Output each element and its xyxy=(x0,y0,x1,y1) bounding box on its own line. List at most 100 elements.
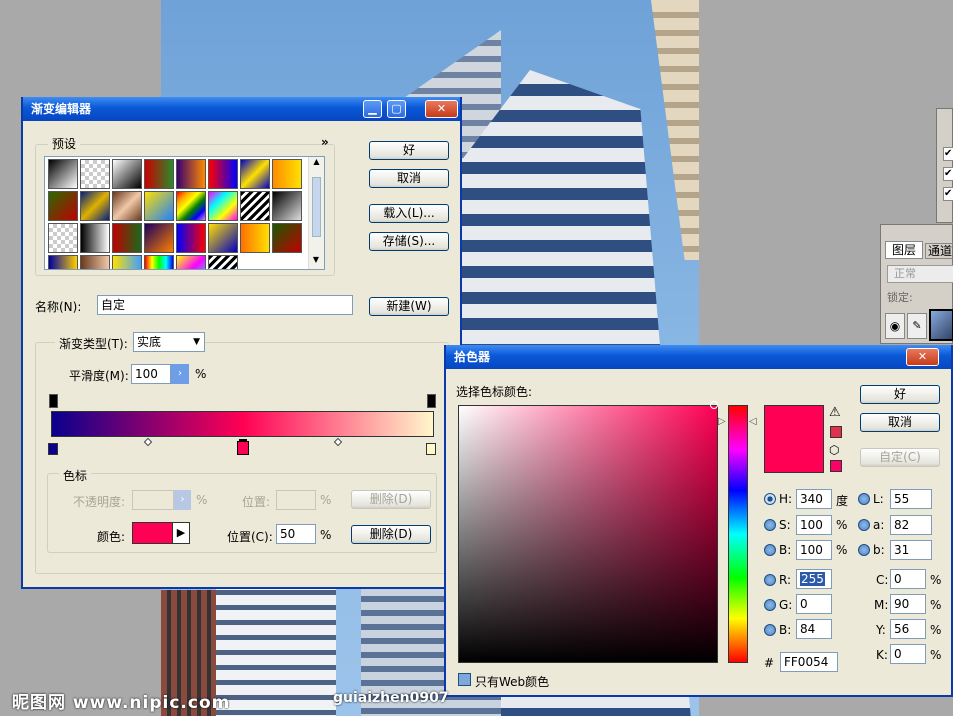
smoothness-arrow-icon[interactable]: › xyxy=(171,364,189,384)
tab-channels[interactable]: 通道 xyxy=(925,243,953,259)
preset-swatch[interactable] xyxy=(80,223,110,253)
lab-b-input[interactable]: 31 xyxy=(890,540,932,560)
color-delete-button[interactable]: 删除(D) xyxy=(351,525,431,544)
hue-slider-arrow-left[interactable]: ▷ xyxy=(718,416,726,427)
scroll-thumb[interactable] xyxy=(312,177,321,237)
b2-radio[interactable] xyxy=(764,624,776,636)
preset-swatch[interactable] xyxy=(176,255,206,269)
h-radio[interactable] xyxy=(764,493,776,505)
c-input[interactable]: 0 xyxy=(890,569,926,589)
preset-swatch[interactable] xyxy=(176,191,206,221)
preset-swatch[interactable] xyxy=(48,223,78,253)
name-input[interactable]: 自定 xyxy=(97,295,353,315)
hue-slider[interactable] xyxy=(728,405,748,663)
preset-swatch[interactable] xyxy=(176,223,206,253)
color-menu-icon[interactable]: ▶ xyxy=(172,522,190,544)
preset-swatch[interactable] xyxy=(208,255,238,269)
preset-swatch[interactable] xyxy=(208,159,238,189)
gamut-warning-icon[interactable]: ⚠ xyxy=(829,405,841,420)
scroll-down-icon[interactable]: ▼ xyxy=(309,255,323,269)
presets-menu-icon[interactable]: » xyxy=(321,135,329,149)
a-input[interactable]: 82 xyxy=(890,515,932,535)
web-safe-swatch[interactable] xyxy=(830,460,842,472)
smoothness-input[interactable]: 100 xyxy=(131,364,171,384)
r-input[interactable]: 255 xyxy=(796,569,832,589)
g-radio[interactable] xyxy=(764,599,776,611)
picker-cancel-button[interactable]: 取消 xyxy=(860,413,940,432)
close-icon[interactable]: ✕ xyxy=(906,348,939,366)
ok-button[interactable]: 好 xyxy=(369,141,449,160)
tab-layers[interactable]: 图层 xyxy=(885,241,923,259)
color-location-input[interactable]: 50 xyxy=(276,524,316,544)
b-input[interactable]: 100 xyxy=(796,540,832,560)
gradient-editor-titlebar[interactable]: 渐变编辑器 ▁ ▢ ✕ xyxy=(23,97,460,121)
preset-swatch[interactable] xyxy=(144,159,174,189)
preset-swatch[interactable] xyxy=(112,159,142,189)
web-safe-cube-icon[interactable]: ⬡ xyxy=(829,443,839,457)
opacity-input[interactable] xyxy=(132,490,174,510)
a-radio[interactable] xyxy=(858,519,870,531)
check-icon[interactable]: ✔ xyxy=(943,147,953,161)
preset-swatch[interactable] xyxy=(240,159,270,189)
s-radio[interactable] xyxy=(764,519,776,531)
preset-swatch[interactable] xyxy=(144,191,174,221)
color-field[interactable] xyxy=(458,405,718,663)
y-input[interactable]: 56 xyxy=(890,619,926,639)
preset-swatch[interactable] xyxy=(112,255,142,269)
preset-swatch[interactable] xyxy=(80,255,110,269)
cancel-button[interactable]: 取消 xyxy=(369,169,449,188)
maximize-icon[interactable]: ▢ xyxy=(387,100,406,118)
preset-swatch[interactable] xyxy=(80,159,110,189)
preset-swatch[interactable] xyxy=(176,159,206,189)
preset-swatch[interactable] xyxy=(144,223,174,253)
m-input[interactable]: 90 xyxy=(890,594,926,614)
preset-swatch[interactable] xyxy=(144,255,174,269)
l-radio[interactable] xyxy=(858,493,870,505)
s-input[interactable]: 100 xyxy=(796,515,832,535)
color-stop-selected[interactable] xyxy=(237,441,249,455)
presets-scrollbar[interactable]: ▲ ▼ xyxy=(308,157,324,269)
gamut-swatch[interactable] xyxy=(830,426,842,438)
r-radio[interactable] xyxy=(764,574,776,586)
close-icon[interactable]: ✕ xyxy=(425,100,458,118)
color-stop-right[interactable] xyxy=(426,443,436,455)
blend-mode-select[interactable]: 正常 xyxy=(887,265,953,283)
preset-swatch[interactable] xyxy=(208,223,238,253)
color-field-cursor[interactable] xyxy=(710,401,718,409)
preset-swatch[interactable] xyxy=(48,159,78,189)
check-icon[interactable]: ✔ xyxy=(943,167,953,181)
opacity-arrow-icon[interactable]: › xyxy=(174,490,191,510)
check-icon[interactable]: ✔ xyxy=(943,187,953,201)
hue-slider-arrow-right[interactable]: ◁ xyxy=(749,416,757,427)
preset-swatch[interactable] xyxy=(48,191,78,221)
color-stop-left[interactable] xyxy=(48,443,58,455)
hex-input[interactable]: FF0054 xyxy=(780,652,838,672)
picker-ok-button[interactable]: 好 xyxy=(860,385,940,404)
l-input[interactable]: 55 xyxy=(890,489,932,509)
preset-swatch[interactable] xyxy=(272,223,302,253)
layer-thumbnail[interactable] xyxy=(929,309,953,341)
k-input[interactable]: 0 xyxy=(890,644,926,664)
preset-swatch[interactable] xyxy=(272,191,302,221)
lab-b-radio[interactable] xyxy=(858,544,870,556)
b2-input[interactable]: 84 xyxy=(796,619,832,639)
eye-icon[interactable]: ◉ xyxy=(885,313,905,339)
gradient-type-select[interactable]: 实底 ▼ xyxy=(133,332,205,352)
preset-swatch[interactable] xyxy=(240,191,270,221)
preset-swatch[interactable] xyxy=(112,223,142,253)
web-only-checkbox[interactable] xyxy=(458,673,471,686)
preset-swatch[interactable] xyxy=(80,191,110,221)
h-input[interactable]: 340 xyxy=(796,489,832,509)
preset-swatch[interactable] xyxy=(112,191,142,221)
preset-swatch[interactable] xyxy=(272,159,302,189)
color-picker-titlebar[interactable]: 拾色器 ✕ xyxy=(446,345,951,369)
load-button[interactable]: 载入(L)... xyxy=(369,204,449,223)
opacity-location-input[interactable] xyxy=(276,490,316,510)
new-button[interactable]: 新建(W) xyxy=(369,297,449,316)
minimize-icon[interactable]: ▁ xyxy=(363,100,382,118)
preset-swatch[interactable] xyxy=(240,223,270,253)
scroll-up-icon[interactable]: ▲ xyxy=(309,157,324,171)
b-radio[interactable] xyxy=(764,544,776,556)
custom-button[interactable]: 自定(C) xyxy=(860,448,940,467)
opacity-stop-right[interactable] xyxy=(427,394,436,408)
